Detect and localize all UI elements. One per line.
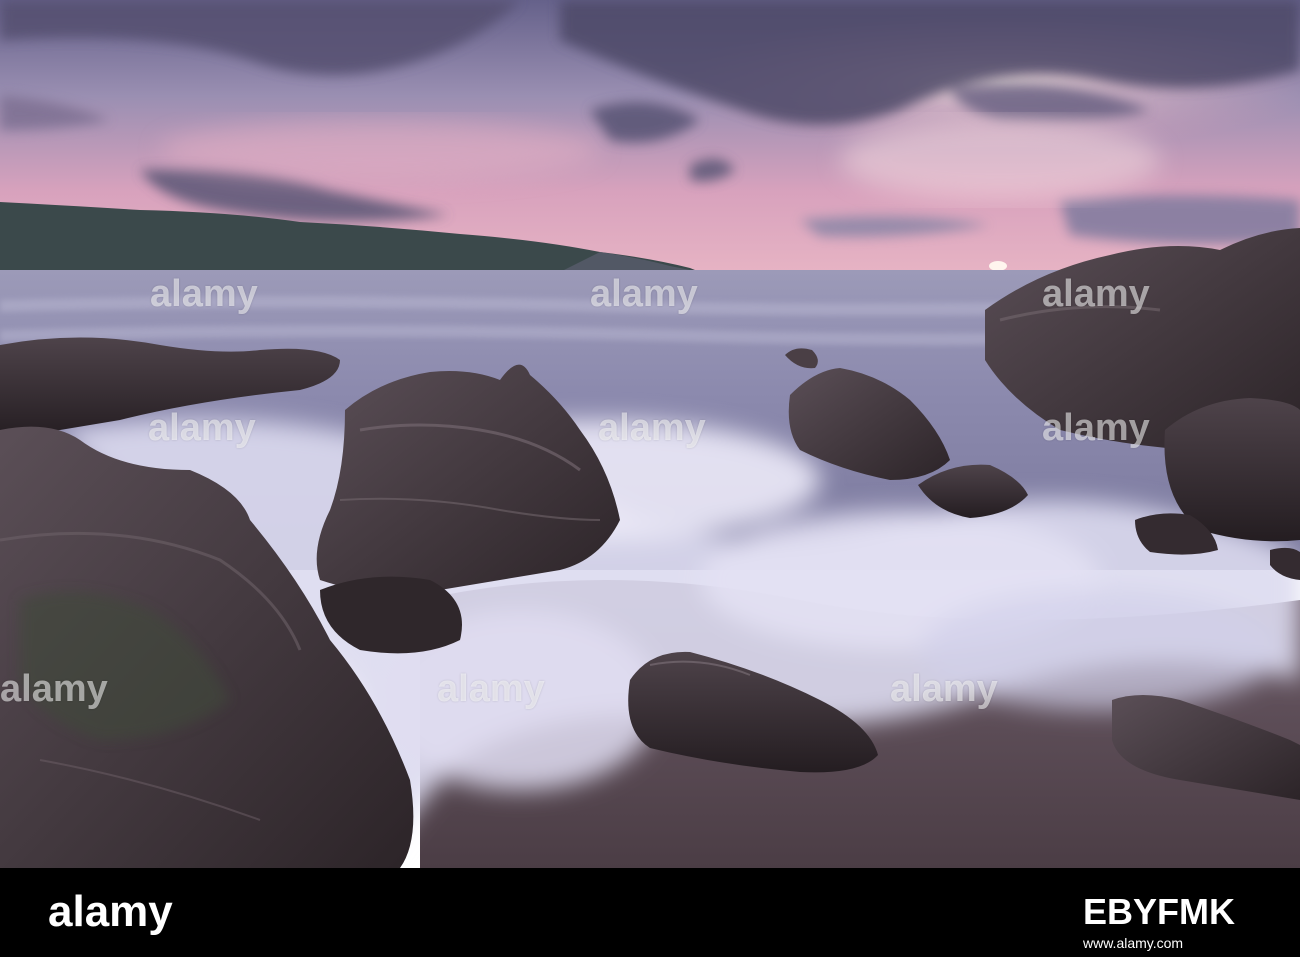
alamy-logo: alamy <box>48 887 173 936</box>
image-id: EBYFMK <box>1083 891 1235 932</box>
coastal-sunset-photo <box>0 0 1300 868</box>
photo-area: alamy alamy alamy alamy alamy alamy alam… <box>0 0 1300 868</box>
site-url: www.alamy.com <box>1083 935 1184 951</box>
footer-bar: alamy EBYFMK www.alamy.com <box>0 868 1300 957</box>
